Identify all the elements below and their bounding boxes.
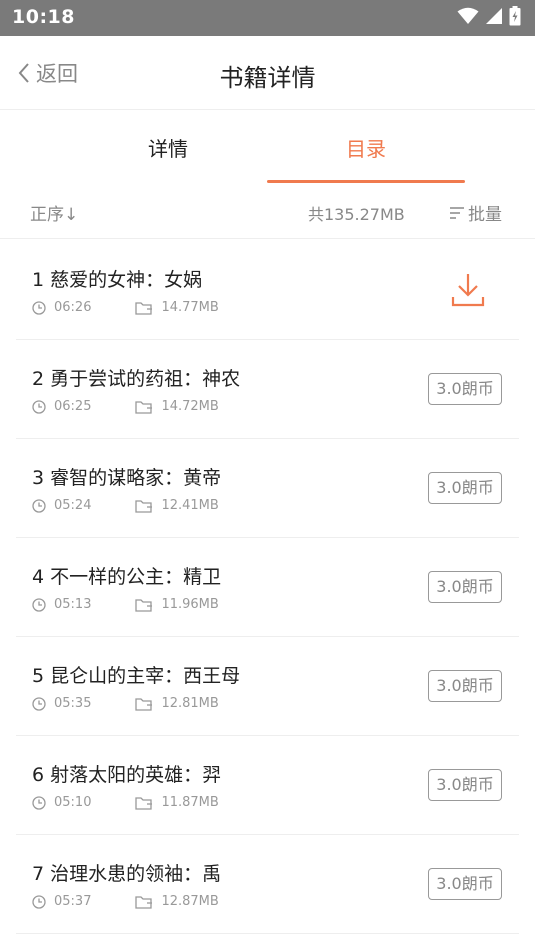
batch-button[interactable]: 批量 <box>449 200 502 225</box>
episode-meta: 05:37 12.87MB <box>32 894 219 909</box>
list-toolbar: 正序↓ 共135.27MB 批量 <box>0 184 535 239</box>
episode-duration: 06:25 <box>54 399 92 414</box>
episode-title: 4 不一样的公主：精卫 <box>32 566 222 588</box>
active-tab-indicator <box>267 180 465 183</box>
signal-icon <box>485 7 503 29</box>
folder-icon <box>135 895 153 909</box>
episode-row[interactable]: 2 勇于尝试的药祖：神农 06:25 14.72MB 3.0朗币 <box>16 340 519 439</box>
price-button[interactable]: 3.0朗币 <box>428 373 502 405</box>
batch-label: 批量 <box>468 205 502 225</box>
episode-duration: 05:10 <box>54 795 92 810</box>
clock-icon <box>32 597 46 612</box>
price-button[interactable]: 3.0朗币 <box>428 670 502 702</box>
price-button[interactable]: 3.0朗币 <box>428 868 502 900</box>
status-time: 10:18 <box>12 6 75 28</box>
episode-row[interactable]: 7 治理水患的领袖：禹 05:37 12.87MB 3.0朗币 <box>16 835 519 934</box>
episode-meta: 05:13 11.96MB <box>32 597 219 612</box>
folder-icon <box>135 598 153 612</box>
episode-size: 12.41MB <box>161 498 219 513</box>
episode-title: 5 昆仑山的主宰：西王母 <box>32 665 241 687</box>
episode-size: 11.96MB <box>161 597 219 612</box>
status-bar: 10:18 <box>0 0 535 36</box>
episode-title: 1 慈爱的女神：女娲 <box>32 269 203 291</box>
episode-row[interactable]: 1 慈爱的女神：女娲 06:26 14.77MB <box>16 241 519 340</box>
episode-list: 1 慈爱的女神：女娲 06:26 14.77MB 2 勇于尝试的药祖：神农 06… <box>0 241 535 934</box>
folder-icon <box>135 400 153 414</box>
episode-title: 6 射落太阳的英雄：羿 <box>32 764 222 786</box>
episode-row[interactable]: 6 射落太阳的英雄：羿 05:10 11.87MB 3.0朗币 <box>16 736 519 835</box>
episode-size: 12.81MB <box>161 696 219 711</box>
download-icon[interactable] <box>451 271 485 313</box>
clock-icon <box>32 696 46 711</box>
price-button[interactable]: 3.0朗币 <box>428 571 502 603</box>
price-button[interactable]: 3.0朗币 <box>428 472 502 504</box>
folder-icon <box>135 301 153 315</box>
episode-duration: 05:13 <box>54 597 92 612</box>
episode-meta: 06:26 14.77MB <box>32 300 219 315</box>
episode-meta: 05:24 12.41MB <box>32 498 219 513</box>
sort-order-button[interactable]: 正序↓ <box>30 200 78 225</box>
clock-icon <box>32 795 46 810</box>
episode-duration: 05:37 <box>54 894 92 909</box>
episode-size: 14.77MB <box>161 300 219 315</box>
episode-meta: 05:10 11.87MB <box>32 795 219 810</box>
episode-size: 11.87MB <box>161 795 219 810</box>
clock-icon <box>32 894 46 909</box>
wifi-icon <box>457 7 479 29</box>
list-filter-icon <box>450 206 464 219</box>
tab-details[interactable]: 详情 <box>148 133 188 162</box>
episode-title: 3 睿智的谋略家：黄帝 <box>32 467 222 489</box>
total-size-label: 共135.27MB <box>308 205 405 224</box>
battery-charging-icon <box>509 6 521 30</box>
episode-duration: 05:24 <box>54 498 92 513</box>
price-button[interactable]: 3.0朗币 <box>428 769 502 801</box>
page-title: 书籍详情 <box>219 64 316 92</box>
episode-meta: 06:25 14.72MB <box>32 399 219 414</box>
tab-catalog[interactable]: 目录 <box>346 133 386 162</box>
folder-icon <box>135 499 153 513</box>
clock-icon <box>32 498 46 513</box>
folder-icon <box>135 796 153 810</box>
nav-bar: 返回 书籍详情 <box>0 36 535 110</box>
status-icons <box>457 6 521 30</box>
episode-title: 7 治理水患的领袖：禹 <box>32 863 222 885</box>
episode-row[interactable]: 4 不一样的公主：精卫 05:13 11.96MB 3.0朗币 <box>16 538 519 637</box>
folder-icon <box>135 697 153 711</box>
episode-title: 2 勇于尝试的药祖：神农 <box>32 368 241 390</box>
clock-icon <box>32 399 46 414</box>
episode-duration: 05:35 <box>54 696 92 711</box>
episode-row[interactable]: 5 昆仑山的主宰：西王母 05:35 12.81MB 3.0朗币 <box>16 637 519 736</box>
tab-bar: 详情 目录 <box>0 111 535 184</box>
episode-size: 14.72MB <box>161 399 219 414</box>
episode-duration: 06:26 <box>54 300 92 315</box>
episode-row[interactable]: 3 睿智的谋略家：黄帝 05:24 12.41MB 3.0朗币 <box>16 439 519 538</box>
episode-size: 12.87MB <box>161 894 219 909</box>
clock-icon <box>32 300 46 315</box>
episode-meta: 05:35 12.81MB <box>32 696 219 711</box>
